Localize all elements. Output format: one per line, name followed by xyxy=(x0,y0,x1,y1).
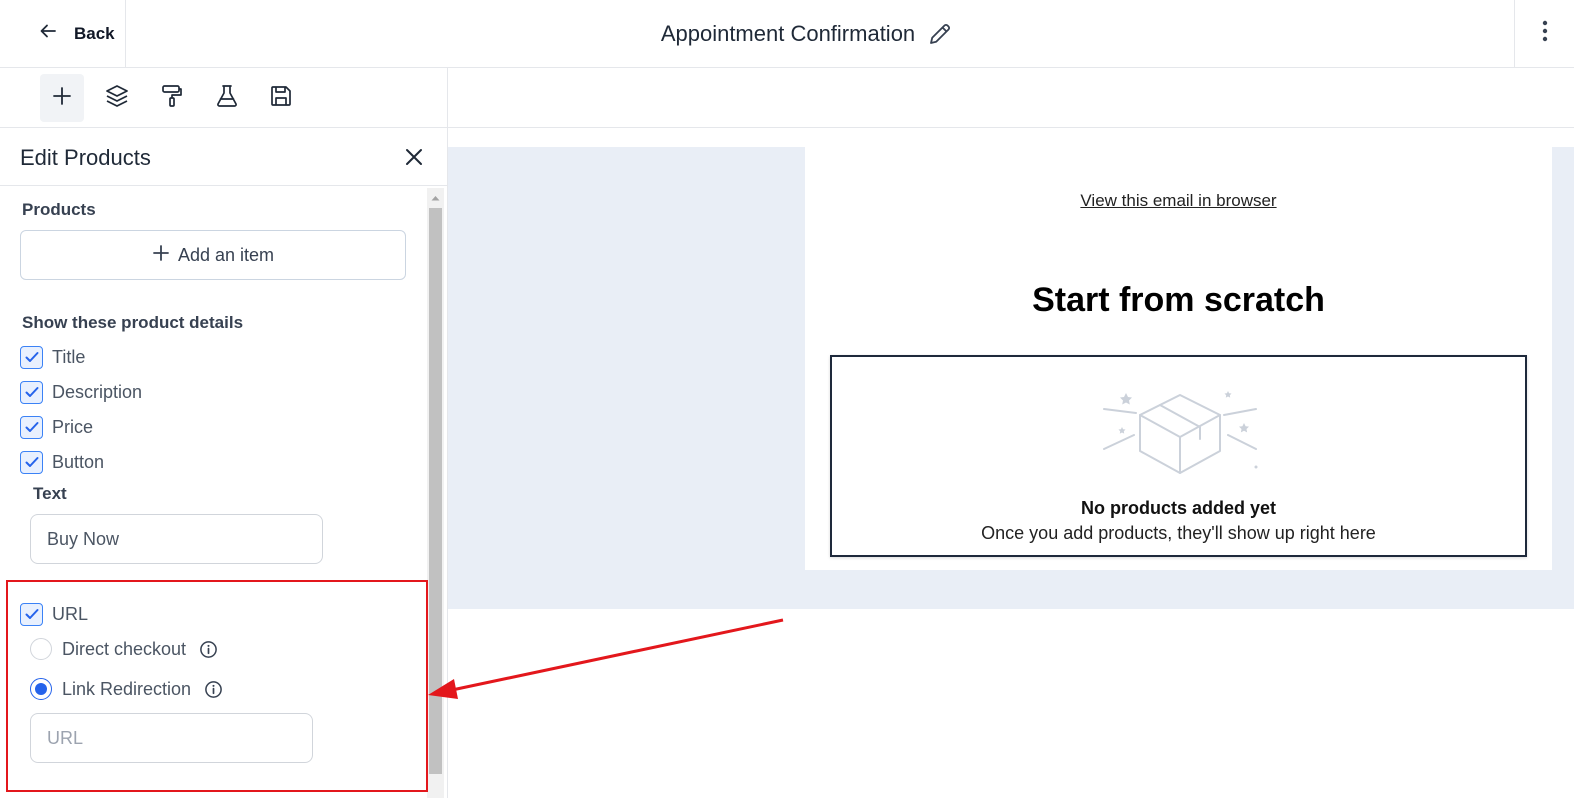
products-label: Products xyxy=(22,200,96,219)
panel-header: Edit Products xyxy=(0,128,447,186)
kebab-menu-icon xyxy=(1542,20,1548,47)
back-button[interactable]: Back xyxy=(0,0,126,67)
direct-checkout-option[interactable]: Direct checkout xyxy=(30,637,218,661)
email-heading: Start from scratch xyxy=(1032,281,1325,319)
product-details-label: Show these product details xyxy=(22,313,244,332)
add-item-label: Add an item xyxy=(177,244,275,265)
check-icon xyxy=(25,352,38,362)
check-icon xyxy=(25,609,38,619)
scroll-up-arrow-icon[interactable] xyxy=(427,192,444,204)
radio-unselected[interactable] xyxy=(30,638,52,660)
url-checkbox-label: URL xyxy=(52,603,89,624)
panel-scrollbar[interactable] xyxy=(427,188,444,798)
scrollbar-thumb[interactable] xyxy=(429,208,442,774)
close-icon xyxy=(406,149,422,165)
detail-price-label: Price xyxy=(52,416,94,437)
empty-state-subtitle: Once you add products, they'll show up r… xyxy=(981,523,1376,543)
url-input[interactable]: URL xyxy=(30,713,313,763)
edit-title-pencil-icon[interactable] xyxy=(927,21,953,47)
checkbox-checked[interactable] xyxy=(20,380,43,404)
top-bar: Back Appointment Confirmation xyxy=(0,0,1574,68)
detail-button-label: Button xyxy=(52,451,105,472)
test-button[interactable] xyxy=(205,74,249,122)
info-icon[interactable] xyxy=(203,679,223,699)
info-icon[interactable] xyxy=(198,639,218,659)
add-item-button[interactable]: Add an item xyxy=(20,230,406,280)
button-text-input[interactable]: Buy Now xyxy=(30,514,323,564)
panel-title: Edit Products xyxy=(20,145,151,170)
email-preview: View this email in browser Start from sc… xyxy=(805,147,1552,570)
arrow-left-icon xyxy=(38,21,58,46)
products-block[interactable]: No products added yet Once you add produ… xyxy=(830,355,1527,557)
detail-title-checkbox[interactable]: Title xyxy=(20,345,85,369)
checkbox-checked[interactable] xyxy=(20,345,43,369)
plus-icon xyxy=(51,85,73,112)
detail-price-checkbox[interactable]: Price xyxy=(20,415,93,439)
checkbox-checked[interactable] xyxy=(20,450,43,474)
styles-button[interactable] xyxy=(150,74,194,122)
layers-icon xyxy=(104,83,130,114)
close-panel-button[interactable] xyxy=(400,143,428,171)
layers-button[interactable] xyxy=(95,74,139,122)
checkbox-checked[interactable] xyxy=(20,602,43,626)
empty-state-title: No products added yet xyxy=(1080,498,1277,518)
link-redirection-option[interactable]: Link Redirection xyxy=(30,677,223,701)
view-in-browser-link[interactable]: View this email in browser xyxy=(805,191,1552,211)
detail-button-checkbox[interactable]: Button xyxy=(20,450,104,474)
toolbar-spacer xyxy=(448,68,1574,128)
checkbox-checked[interactable] xyxy=(20,415,43,439)
save-button[interactable] xyxy=(259,74,303,122)
check-icon xyxy=(25,422,38,432)
empty-box-illustration-icon xyxy=(1100,385,1260,482)
email-canvas: View this email in browser Start from sc… xyxy=(448,147,1574,609)
flask-icon xyxy=(214,83,240,114)
direct-checkout-label: Direct checkout xyxy=(62,638,187,659)
check-icon xyxy=(25,457,38,467)
page-title: Appointment Confirmation xyxy=(660,20,916,46)
button-text-label: Text xyxy=(33,484,67,503)
check-icon xyxy=(25,387,38,397)
save-icon xyxy=(268,83,294,114)
editor-toolbar xyxy=(0,68,448,128)
detail-description-checkbox[interactable]: Description xyxy=(20,380,142,404)
back-label: Back xyxy=(74,23,115,43)
more-options-button[interactable] xyxy=(1514,0,1574,67)
plus-icon xyxy=(152,244,170,267)
radio-selected[interactable] xyxy=(30,678,52,700)
detail-title-label: Title xyxy=(52,346,86,367)
link-redirection-label: Link Redirection xyxy=(62,678,192,699)
paint-roller-icon xyxy=(159,83,185,114)
url-checkbox[interactable]: URL xyxy=(20,602,88,626)
edit-products-panel: Edit Products Products Add an item Show … xyxy=(0,128,448,798)
add-block-button[interactable] xyxy=(40,74,84,122)
detail-description-label: Description xyxy=(52,381,143,402)
